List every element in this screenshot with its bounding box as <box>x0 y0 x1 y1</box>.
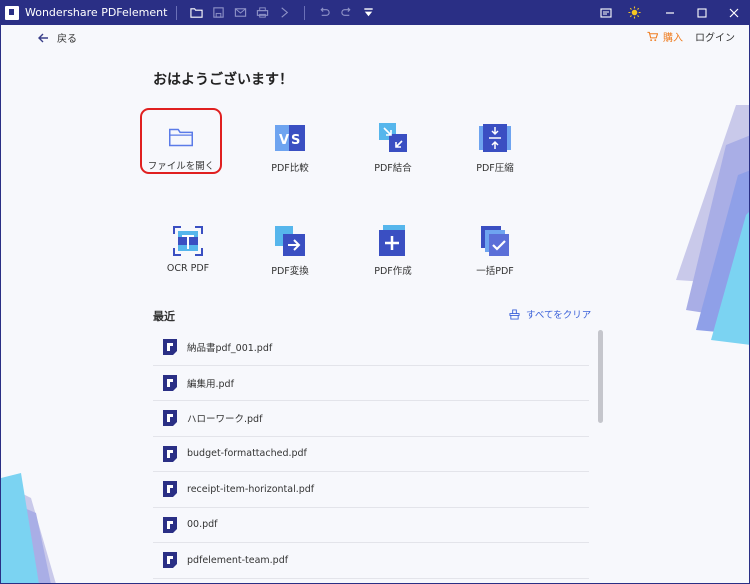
theme-sun-icon[interactable] <box>620 0 648 25</box>
ocr-icon <box>173 226 203 256</box>
create-pdf-icon <box>379 225 405 256</box>
recent-file-row[interactable]: 納品書pdf_001.pdf <box>153 330 589 366</box>
pdf-file-icon <box>163 445 177 462</box>
tool-create-pdf[interactable]: PDF作成 <box>352 213 434 279</box>
login-link[interactable]: ログイン <box>695 29 735 44</box>
recent-file-name: budget-formattached.pdf <box>187 448 307 460</box>
pdf-file-icon <box>163 374 177 391</box>
clear-broom-icon <box>509 308 520 320</box>
batch-pdf-icon <box>481 226 509 256</box>
recent-list-scrollbar[interactable] <box>598 330 603 423</box>
svg-text:S: S <box>291 133 300 148</box>
tool-open-file[interactable]: ファイルを開く <box>140 108 222 174</box>
close-icon[interactable] <box>718 0 750 25</box>
recent-file-name: 編集用.pdf <box>187 378 234 390</box>
tool-compare-pdf[interactable]: V S PDF比較 <box>249 110 331 176</box>
recent-file-row[interactable]: ハローワーク.pdf <box>153 401 589 437</box>
pdf-file-icon <box>163 552 177 569</box>
pdf-file-icon <box>163 339 177 356</box>
home-panel: 戻る 購入 ログイン おはようございます！ ファイルを開く V S PDF比較 … <box>0 25 750 584</box>
recent-file-row[interactable]: 00.pdf <box>153 508 589 543</box>
pdf-file-icon <box>163 516 177 533</box>
back-button[interactable]: 戻る <box>37 30 77 45</box>
recent-file-row[interactable]: 編集用.pdf <box>153 366 589 401</box>
tool-convert-pdf[interactable]: PDF変換 <box>249 213 331 279</box>
clear-all-label: すべてをクリア <box>526 310 592 321</box>
app-logo-icon <box>5 5 19 20</box>
tool-ocr-pdf[interactable]: OCR PDF <box>147 213 229 279</box>
quick-menu-icon[interactable] <box>357 0 379 25</box>
decorative-papers-right <box>676 105 749 345</box>
mail-icon[interactable] <box>229 0 251 25</box>
tool-label: PDF圧縮 <box>476 163 514 174</box>
pdf-file-icon <box>163 410 177 427</box>
tool-label: PDF作成 <box>374 266 412 277</box>
tool-label: ファイルを開く <box>147 161 215 172</box>
tool-label: OCR PDF <box>166 263 210 274</box>
tool-label: 一括PDF <box>476 266 514 277</box>
tool-label: PDF変換 <box>271 266 309 277</box>
recent-file-name: pdfelement-team.pdf <box>187 554 289 566</box>
cart-icon <box>647 31 658 42</box>
recent-file-row[interactable]: pdfelement-team.pdf <box>153 543 589 579</box>
clear-all-button[interactable]: すべてをクリア <box>509 307 591 321</box>
convert-pdf-icon <box>275 226 305 256</box>
print-icon[interactable] <box>251 0 273 25</box>
tool-label: PDF結合 <box>374 163 412 174</box>
svg-text:V: V <box>279 133 289 148</box>
buy-button[interactable]: 購入 <box>647 29 683 44</box>
maximize-icon[interactable] <box>686 0 718 25</box>
recent-file-name: 00.pdf <box>187 519 218 531</box>
recent-file-row[interactable]: receipt-item-horizontal.pdf <box>153 472 589 508</box>
recent-file-name: 納品書pdf_001.pdf <box>187 343 273 355</box>
tool-combine-pdf[interactable]: PDF結合 <box>352 110 434 176</box>
combine-pdf-icon <box>379 123 407 152</box>
title-separator <box>304 5 306 20</box>
arrow-left-icon <box>38 33 48 42</box>
back-label: 戻る <box>57 34 77 45</box>
tool-compress-pdf[interactable]: PDF圧縮 <box>454 110 536 176</box>
tool-label: PDF比較 <box>271 163 309 174</box>
tool-batch-pdf[interactable]: 一括PDF <box>454 213 536 279</box>
undo-icon[interactable] <box>313 0 335 25</box>
compare-pdf-icon: V S <box>275 125 305 151</box>
recent-heading: 最近 <box>153 310 175 323</box>
greeting-heading: おはようございます！ <box>153 72 293 88</box>
title-bar: Wondershare PDFelement <box>0 0 750 25</box>
pdf-file-icon <box>163 481 177 498</box>
folder-open-icon[interactable] <box>185 0 207 25</box>
app-title: Wondershare PDFelement <box>25 6 168 19</box>
redo-icon[interactable] <box>335 0 357 25</box>
compress-pdf-icon <box>479 124 511 152</box>
arrow-right-icon[interactable] <box>273 0 295 25</box>
open-file-icon <box>169 128 193 147</box>
buy-label: 購入 <box>663 33 683 44</box>
save-icon[interactable] <box>207 0 229 25</box>
decorative-papers-left <box>1 473 56 583</box>
recent-file-name: ハローワーク.pdf <box>187 414 263 426</box>
minimize-icon[interactable] <box>654 0 686 25</box>
recent-file-name: receipt-item-horizontal.pdf <box>187 483 315 495</box>
title-separator <box>176 5 178 20</box>
feedback-icon[interactable] <box>592 0 620 25</box>
recent-file-list: 納品書pdf_001.pdf 編集用.pdf ハローワーク.pdf budget… <box>153 330 589 579</box>
recent-file-row[interactable]: budget-formattached.pdf <box>153 437 589 472</box>
